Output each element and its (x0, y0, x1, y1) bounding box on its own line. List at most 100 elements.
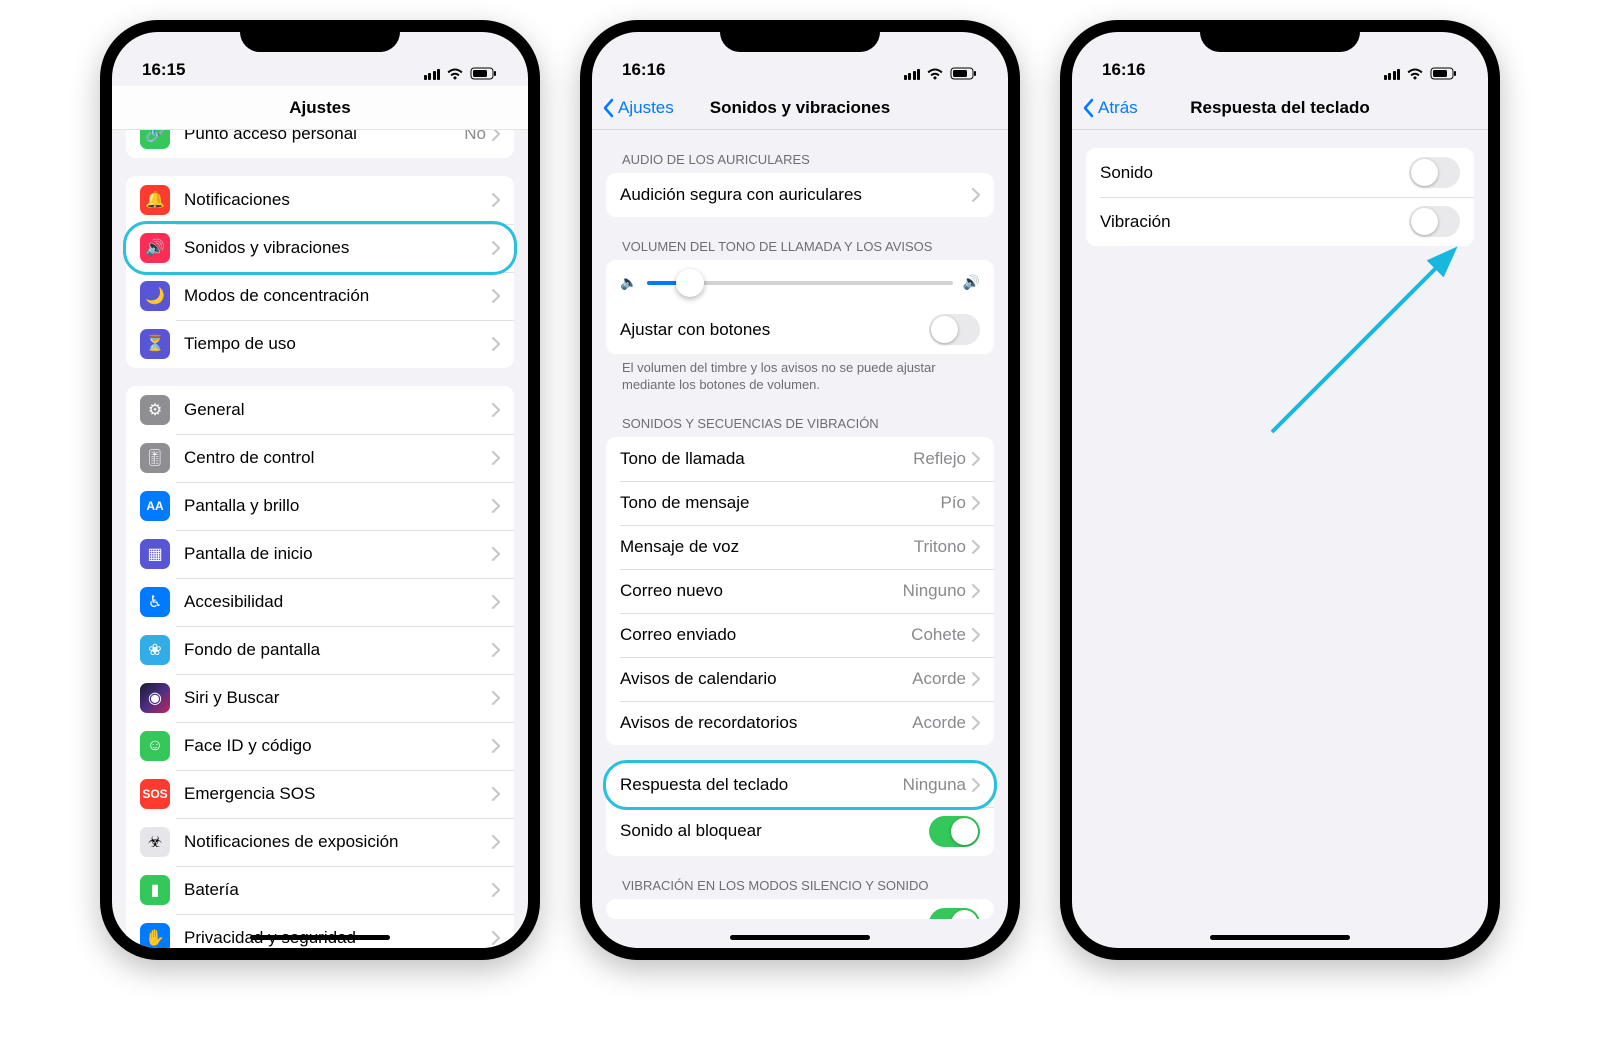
settings-row[interactable]: AA Pantalla y brillo (126, 482, 514, 530)
cell-value: Acorde (912, 713, 966, 733)
sound-row[interactable]: Avisos de recordatorios Acorde (606, 701, 994, 745)
page-title: Sonidos y vibraciones (710, 98, 890, 118)
chevron-right-icon (492, 883, 500, 897)
cell-value: Reflejo (913, 449, 966, 469)
lock-sound-row[interactable]: Sonido al bloquear (606, 807, 994, 856)
home-indicator[interactable] (730, 935, 870, 940)
chevron-right-icon (492, 451, 500, 465)
settings-row[interactable]: 🔗 Punto acceso personal No (126, 130, 514, 158)
home-indicator[interactable] (1210, 935, 1350, 940)
gear-icon: ⚙︎ (140, 395, 170, 425)
settings-row[interactable]: ☣ Notificaciones de exposición (126, 818, 514, 866)
settings-row[interactable]: 🔊 Sonidos y vibraciones (126, 224, 514, 272)
wifi-icon (926, 67, 944, 80)
volume-footer: El volumen del timbre y los avisos no se… (606, 354, 994, 394)
phone-sounds-vibrations: 16:16 Ajustes Sonidos y vibraciones AUDI… (580, 20, 1020, 960)
notch (240, 20, 400, 52)
section-header-vibration: VIBRACIÓN EN LOS MODOS SILENCIO Y SONIDO (606, 856, 994, 899)
volume-slider[interactable] (647, 281, 952, 285)
chevron-right-icon (492, 337, 500, 351)
cell-label: Avisos de recordatorios (620, 713, 912, 733)
partial-row[interactable] (606, 899, 994, 919)
keyboard-response-row[interactable]: Respuesta del teclado Ninguna (606, 763, 994, 807)
cell-label: Sonidos y vibraciones (184, 238, 492, 258)
settings-row[interactable]: ◉ Siri y Buscar (126, 674, 514, 722)
cell-label: Emergencia SOS (184, 784, 492, 804)
sound-row[interactable]: Mensaje de voz Tritono (606, 525, 994, 569)
hourglass-icon: ⏳ (140, 329, 170, 359)
cell-label: Accesibilidad (184, 592, 492, 612)
headphone-safety-row[interactable]: Audición segura con auriculares (606, 173, 994, 217)
back-button[interactable]: Atrás (1082, 98, 1138, 118)
settings-row[interactable]: ☺ Face ID y código (126, 722, 514, 770)
chevron-right-icon (492, 691, 500, 705)
sound-row[interactable]: Tono de llamada Reflejo (606, 437, 994, 481)
cell-label: Pantalla de inicio (184, 544, 492, 564)
section-header-sounds: SONIDOS Y SECUENCIAS DE VIBRACIÓN (606, 394, 994, 437)
home-indicator[interactable] (250, 935, 390, 940)
settings-row[interactable]: 🎚 Centro de control (126, 434, 514, 482)
cell-label: Avisos de calendario (620, 669, 912, 689)
adjust-buttons-row[interactable]: Ajustar con botones (606, 305, 994, 354)
page-title: Ajustes (289, 98, 350, 118)
chevron-right-icon (972, 672, 980, 686)
navbar: Atrás Respuesta del teclado (1072, 86, 1488, 130)
lock-sound-toggle[interactable] (929, 816, 980, 847)
settings-row[interactable]: ▮ Batería (126, 866, 514, 914)
hand-icon: ✋ (140, 923, 170, 948)
chevron-right-icon (972, 716, 980, 730)
cell-label: Notificaciones (184, 190, 492, 210)
cell-label: Siri y Buscar (184, 688, 492, 708)
settings-row[interactable]: ✋ Privacidad y seguridad (126, 914, 514, 948)
cell-label: Correo nuevo (620, 581, 903, 601)
chevron-right-icon (492, 739, 500, 753)
notch (1200, 20, 1360, 52)
link-icon: 🔗 (140, 130, 170, 149)
settings-row[interactable]: 🔔 Notificaciones (126, 176, 514, 224)
speaker-low-icon: 🔈 (620, 274, 637, 291)
sound-row[interactable]: Tono de mensaje Pío (606, 481, 994, 525)
toggle-row[interactable]: Vibración (1086, 197, 1474, 246)
navbar: Ajustes Sonidos y vibraciones (592, 86, 1008, 130)
settings-row[interactable]: ⚙︎ General (126, 386, 514, 434)
cellular-icon (1384, 68, 1401, 80)
chevron-right-icon (492, 835, 500, 849)
settings-row[interactable]: ❀ Fondo de pantalla (126, 626, 514, 674)
partial-toggle[interactable] (929, 908, 980, 919)
status-time: 16:16 (1102, 60, 1145, 80)
battery-icon (1430, 67, 1458, 80)
cell-label: Face ID y código (184, 736, 492, 756)
adjust-buttons-toggle[interactable] (929, 314, 980, 345)
faceid-icon: ☺ (140, 731, 170, 761)
settings-row[interactable]: SOS Emergencia SOS (126, 770, 514, 818)
cell-label: Modos de concentración (184, 286, 492, 306)
back-button[interactable]: Ajustes (602, 98, 674, 118)
toggle-row[interactable]: Sonido (1086, 148, 1474, 197)
moon-icon: 🌙 (140, 281, 170, 311)
cell-label: Respuesta del teclado (620, 775, 903, 795)
cell-value: Ninguna (903, 775, 966, 795)
phone-keyboard-response: 16:16 Atrás Respuesta del teclado Sonido… (1060, 20, 1500, 960)
cell-value: No (464, 130, 486, 144)
chevron-right-icon (492, 499, 500, 513)
cell-value: Ninguno (903, 581, 966, 601)
cell-label: Notificaciones de exposición (184, 832, 492, 852)
notch (720, 20, 880, 52)
wifi-icon (1406, 67, 1424, 80)
chevron-right-icon (492, 931, 500, 945)
sound-row[interactable]: Correo enviado Cohete (606, 613, 994, 657)
settings-row[interactable]: ♿︎ Accesibilidad (126, 578, 514, 626)
cell-value: Tritono (914, 537, 966, 557)
settings-row[interactable]: ▦ Pantalla de inicio (126, 530, 514, 578)
cell-label: Pantalla y brillo (184, 496, 492, 516)
settings-row[interactable]: ⏳ Tiempo de uso (126, 320, 514, 368)
volume-slider-row[interactable]: 🔈 🔊 (606, 260, 994, 305)
cell-label: Tono de mensaje (620, 493, 940, 513)
speaker-high-icon: 🔊 (963, 274, 980, 291)
toggle[interactable] (1409, 157, 1460, 188)
sound-row[interactable]: Avisos de calendario Acorde (606, 657, 994, 701)
toggle[interactable] (1409, 206, 1460, 237)
bell-icon: 🔔 (140, 185, 170, 215)
settings-row[interactable]: 🌙 Modos de concentración (126, 272, 514, 320)
sound-row[interactable]: Correo nuevo Ninguno (606, 569, 994, 613)
